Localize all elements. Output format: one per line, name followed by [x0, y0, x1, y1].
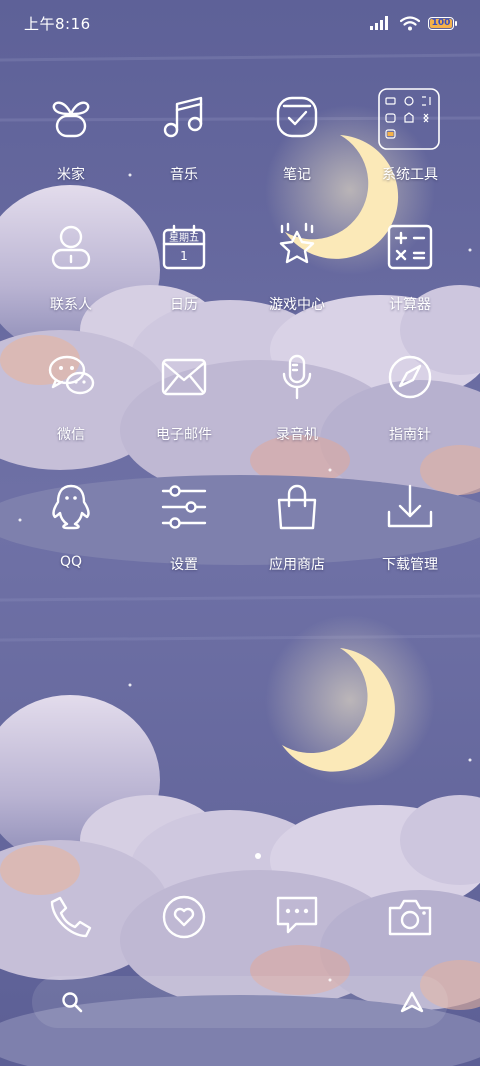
app-label: 系统工具 [382, 167, 438, 183]
app-music[interactable]: 音乐 [128, 94, 240, 204]
app-label: 米家 [57, 167, 85, 183]
status-time: 上午8:16 [24, 15, 91, 33]
notes-check-icon [274, 94, 320, 140]
app-game-center[interactable]: 游戏中心 [241, 222, 353, 334]
folder-grid-icon [378, 88, 440, 150]
app-label: 电子邮件 [156, 427, 212, 443]
app-label: 计算器 [389, 297, 431, 313]
app-label: 设置 [170, 557, 198, 573]
app-label: 下载管理 [382, 557, 438, 573]
app-label: 音乐 [170, 167, 198, 183]
app-label: 游戏中心 [269, 297, 325, 313]
app-label: 联系人 [50, 297, 92, 313]
app-label: 笔记 [283, 167, 311, 183]
app-label: 日历 [170, 297, 198, 313]
app-qq[interactable]: QQ [15, 484, 127, 594]
envelope-icon [161, 354, 207, 400]
app-compass[interactable]: 指南针 [354, 354, 466, 464]
app-store[interactable]: 应用商店 [241, 484, 353, 594]
battery-level: 100 [431, 18, 451, 28]
browser-heart-icon[interactable] [161, 894, 207, 940]
star-icon [274, 222, 320, 270]
microphone-icon [274, 354, 320, 400]
app-settings[interactable]: 设置 [128, 484, 240, 594]
app-label: QQ [59, 554, 83, 570]
app-downloads[interactable]: 下载管理 [354, 484, 466, 594]
status-icons: 100 [370, 14, 457, 32]
calendar-icon: 星期五 1 [161, 224, 207, 270]
calendar-icon-day: 星期五 [169, 232, 199, 244]
music-note-icon [161, 94, 207, 140]
sprout-icon [48, 94, 94, 140]
camera-icon[interactable] [387, 894, 433, 940]
app-email[interactable]: 电子邮件 [128, 354, 240, 464]
app-wechat[interactable]: 微信 [15, 354, 127, 464]
sliders-icon [161, 484, 207, 530]
download-arrow-icon [387, 484, 433, 530]
app-mijia[interactable]: 米家 [15, 94, 127, 204]
app-system-tools[interactable]: 系统工具 [354, 88, 466, 204]
calculator-icon [387, 224, 433, 270]
app-label: 应用商店 [269, 557, 325, 573]
messages-icon[interactable] [274, 894, 320, 940]
wifi-icon [400, 15, 420, 30]
penguin-icon [48, 484, 94, 530]
status-bar: 上午8:16 100 [0, 0, 480, 46]
app-label: 指南针 [389, 427, 431, 443]
wechat-bubbles-icon [48, 354, 95, 400]
app-calculator[interactable]: 计算器 [354, 224, 466, 334]
signal-icon [370, 16, 388, 30]
search-icon[interactable] [60, 990, 84, 1014]
app-label: 录音机 [276, 427, 318, 443]
app-label: 微信 [57, 427, 85, 443]
calendar-icon-date: 1 [180, 249, 188, 263]
compass-icon [387, 354, 433, 400]
phone-icon[interactable] [48, 894, 94, 940]
app-contacts[interactable]: 联系人 [15, 224, 127, 334]
search-bar[interactable] [32, 976, 448, 1028]
shopping-bag-icon [274, 484, 320, 530]
app-notes[interactable]: 笔记 [241, 94, 353, 204]
page-indicator-dot [255, 853, 261, 859]
app-calendar[interactable]: 星期五 1 日历 [128, 224, 240, 334]
app-recorder[interactable]: 录音机 [241, 354, 353, 464]
assistant-icon[interactable] [400, 990, 424, 1014]
battery-icon: 100 [428, 16, 457, 30]
contacts-person-icon [48, 224, 94, 270]
